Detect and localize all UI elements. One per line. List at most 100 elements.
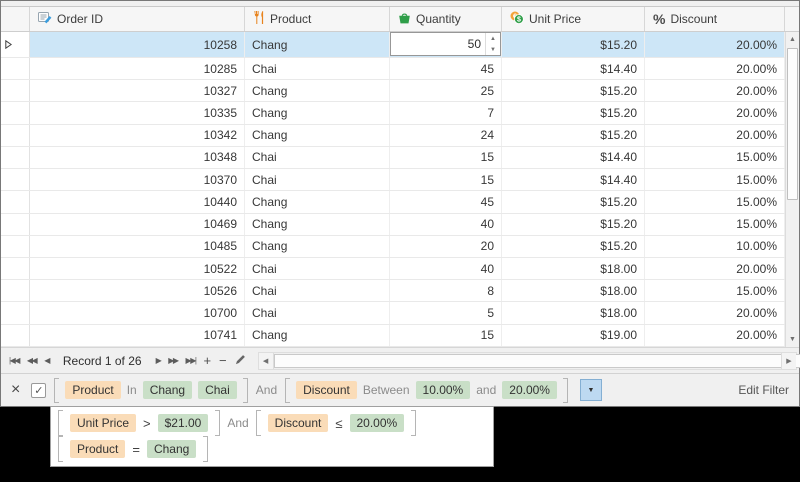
table-row[interactable]: 10327 Chang 25 ▲ ▼ $15.20 20.00% bbox=[1, 80, 785, 103]
cell-order-id[interactable]: 10469 bbox=[30, 213, 245, 235]
cell-discount[interactable]: 15.00% bbox=[645, 191, 785, 213]
cell-unit-price[interactable]: $19.00 bbox=[502, 324, 645, 346]
cell-order-id[interactable]: 10285 bbox=[30, 58, 245, 80]
table-row[interactable]: 10522 Chai 40 ▲ ▼ $18.00 20.00% bbox=[1, 257, 785, 281]
cell-product[interactable]: Chang bbox=[245, 213, 390, 235]
cell-discount[interactable]: 15.00% bbox=[645, 146, 785, 169]
append-record-button[interactable]: + bbox=[199, 352, 215, 370]
cell-order-id[interactable]: 10335 bbox=[30, 102, 245, 124]
next-record-button[interactable]: ▶ bbox=[152, 352, 165, 370]
filter-value-chip[interactable]: 10.00% bbox=[415, 381, 471, 399]
table-row[interactable]: 10440 Chang 45 ▲ ▼ $15.20 15.00% bbox=[1, 191, 785, 214]
delete-record-button[interactable]: − bbox=[215, 352, 231, 370]
cell-quantity[interactable]: 15 ▲ ▼ bbox=[390, 146, 502, 169]
cell-quantity[interactable]: 15 ▲ ▼ bbox=[390, 169, 502, 191]
filter-enabled-checkbox[interactable]: ✓ bbox=[31, 382, 47, 398]
cell-unit-price[interactable]: $18.00 bbox=[502, 257, 645, 280]
filter-history-item[interactable]: Product = Chang bbox=[58, 436, 486, 462]
cell-unit-price[interactable]: $15.20 bbox=[502, 235, 645, 257]
cell-discount[interactable]: 10.00% bbox=[645, 235, 785, 257]
cell-discount[interactable]: 20.00% bbox=[645, 324, 785, 346]
table-row[interactable]: 10342 Chang 24 ▲ ▼ $15.20 20.00% bbox=[1, 124, 785, 147]
table-row[interactable]: 10370 Chai 15 ▲ ▼ $14.40 15.00% bbox=[1, 169, 785, 192]
table-row[interactable]: 10700 Chai 5 ▲ ▼ $18.00 20.00% bbox=[1, 302, 785, 325]
filter-value-chip[interactable]: Chai bbox=[198, 381, 237, 399]
cell-order-id[interactable]: 10258 bbox=[30, 32, 245, 57]
cell-quantity[interactable]: 50 50 ▲ ▼ bbox=[390, 32, 502, 57]
cell-product[interactable]: Chang bbox=[245, 324, 390, 346]
table-row[interactable]: 10258 Chang 50 50 ▲ ▼ $15.20 20.00% bbox=[1, 32, 785, 58]
horizontal-scrollbar-thumb[interactable] bbox=[273, 353, 800, 368]
cell-product[interactable]: Chai bbox=[245, 169, 390, 191]
cell-order-id[interactable]: 10370 bbox=[30, 169, 245, 191]
cell-quantity[interactable]: 7 ▲ ▼ bbox=[390, 102, 502, 124]
scroll-left-button[interactable]: ◀ bbox=[258, 352, 274, 369]
filter-between-joiner[interactable]: and bbox=[476, 383, 496, 397]
cell-quantity[interactable]: 45 ▲ ▼ bbox=[390, 191, 502, 213]
column-header-quantity[interactable]: Quantity bbox=[390, 7, 502, 31]
prev-record-button[interactable]: ◀ bbox=[40, 352, 53, 370]
cell-quantity[interactable]: 20 ▲ ▼ bbox=[390, 235, 502, 257]
cell-unit-price[interactable]: $18.00 bbox=[502, 280, 645, 302]
filter-operator[interactable]: Between bbox=[363, 383, 410, 397]
cell-unit-price[interactable]: $14.40 bbox=[502, 146, 645, 169]
spin-up-button[interactable]: ▲ bbox=[486, 33, 500, 44]
horizontal-scrollbar[interactable]: ◀ ▶ bbox=[257, 351, 800, 370]
vertical-scrollbar[interactable]: ▲ ▼ bbox=[785, 32, 799, 347]
column-header-order-id[interactable]: Order ID bbox=[30, 7, 245, 31]
cell-unit-price[interactable]: $18.00 bbox=[502, 302, 645, 324]
cell-product[interactable]: Chai bbox=[245, 146, 390, 169]
edit-record-button[interactable] bbox=[231, 352, 250, 370]
cell-quantity[interactable]: 25 ▲ ▼ bbox=[390, 80, 502, 102]
cell-product[interactable]: Chang bbox=[245, 80, 390, 102]
vertical-scrollbar-thumb[interactable] bbox=[787, 48, 798, 200]
scroll-right-button[interactable]: ▶ bbox=[781, 352, 796, 369]
cell-product[interactable]: Chai bbox=[245, 58, 390, 80]
cell-unit-price[interactable]: $15.20 bbox=[502, 80, 645, 102]
cell-unit-price[interactable]: $15.20 bbox=[502, 191, 645, 213]
scroll-down-button[interactable]: ▼ bbox=[786, 332, 799, 347]
table-row[interactable]: 10469 Chang 40 ▲ ▼ $15.20 15.00% bbox=[1, 213, 785, 236]
cell-product[interactable]: Chai bbox=[245, 302, 390, 324]
cell-product[interactable]: Chang bbox=[245, 191, 390, 213]
cell-discount[interactable]: 20.00% bbox=[645, 58, 785, 80]
cell-product[interactable]: Chai bbox=[245, 280, 390, 302]
cell-quantity[interactable]: 15 ▲ ▼ bbox=[390, 324, 502, 346]
cell-product[interactable]: Chang bbox=[245, 235, 390, 257]
cell-product[interactable]: Chang bbox=[245, 32, 390, 57]
cell-quantity[interactable]: 40 ▲ ▼ bbox=[390, 213, 502, 235]
column-header-unit-price[interactable]: €$ Unit Price bbox=[502, 7, 645, 31]
table-row[interactable]: 10348 Chai 15 ▲ ▼ $14.40 15.00% bbox=[1, 146, 785, 170]
cell-discount[interactable]: 15.00% bbox=[645, 280, 785, 302]
column-header-product[interactable]: Product bbox=[245, 7, 390, 31]
cell-quantity[interactable]: 24 ▲ ▼ bbox=[390, 124, 502, 146]
cell-quantity[interactable]: 8 ▲ ▼ bbox=[390, 280, 502, 302]
quantity-editor-value[interactable]: 50 bbox=[391, 33, 485, 55]
filter-history-dropdown-button[interactable]: ▼ bbox=[579, 379, 602, 401]
cell-discount[interactable]: 20.00% bbox=[645, 257, 785, 280]
cell-discount[interactable]: 15.00% bbox=[645, 169, 785, 191]
cell-quantity[interactable]: 45 ▲ ▼ bbox=[390, 58, 502, 80]
prev-page-button[interactable]: ◀◀ bbox=[23, 352, 40, 370]
cell-order-id[interactable]: 10348 bbox=[30, 146, 245, 169]
cell-discount[interactable]: 20.00% bbox=[645, 124, 785, 146]
filter-history-item[interactable]: Unit Price > $21.00 And Discount ≤ 20.00… bbox=[58, 410, 486, 436]
cell-product[interactable]: Chang bbox=[245, 102, 390, 124]
cell-order-id[interactable]: 10485 bbox=[30, 235, 245, 257]
cell-unit-price[interactable]: $15.20 bbox=[502, 124, 645, 146]
cell-unit-price[interactable]: $14.40 bbox=[502, 169, 645, 191]
filter-group-joiner[interactable]: And bbox=[256, 383, 277, 397]
cell-quantity[interactable]: 40 ▲ ▼ bbox=[390, 257, 502, 280]
filter-value-chip[interactable]: 20.00% bbox=[502, 381, 557, 399]
table-row[interactable]: 10526 Chai 8 ▲ ▼ $18.00 15.00% bbox=[1, 280, 785, 303]
spin-down-button[interactable]: ▼ bbox=[486, 44, 500, 55]
cell-order-id[interactable]: 10327 bbox=[30, 80, 245, 102]
cell-order-id[interactable]: 10522 bbox=[30, 257, 245, 280]
cell-product[interactable]: Chang bbox=[245, 124, 390, 146]
cell-unit-price[interactable]: $15.20 bbox=[502, 102, 645, 124]
first-record-button[interactable]: |◀◀ bbox=[5, 352, 23, 370]
scroll-up-button[interactable]: ▲ bbox=[786, 32, 799, 47]
next-page-button[interactable]: ▶▶ bbox=[164, 352, 181, 370]
close-filter-icon[interactable]: × bbox=[11, 382, 20, 398]
cell-discount[interactable]: 20.00% bbox=[645, 80, 785, 102]
